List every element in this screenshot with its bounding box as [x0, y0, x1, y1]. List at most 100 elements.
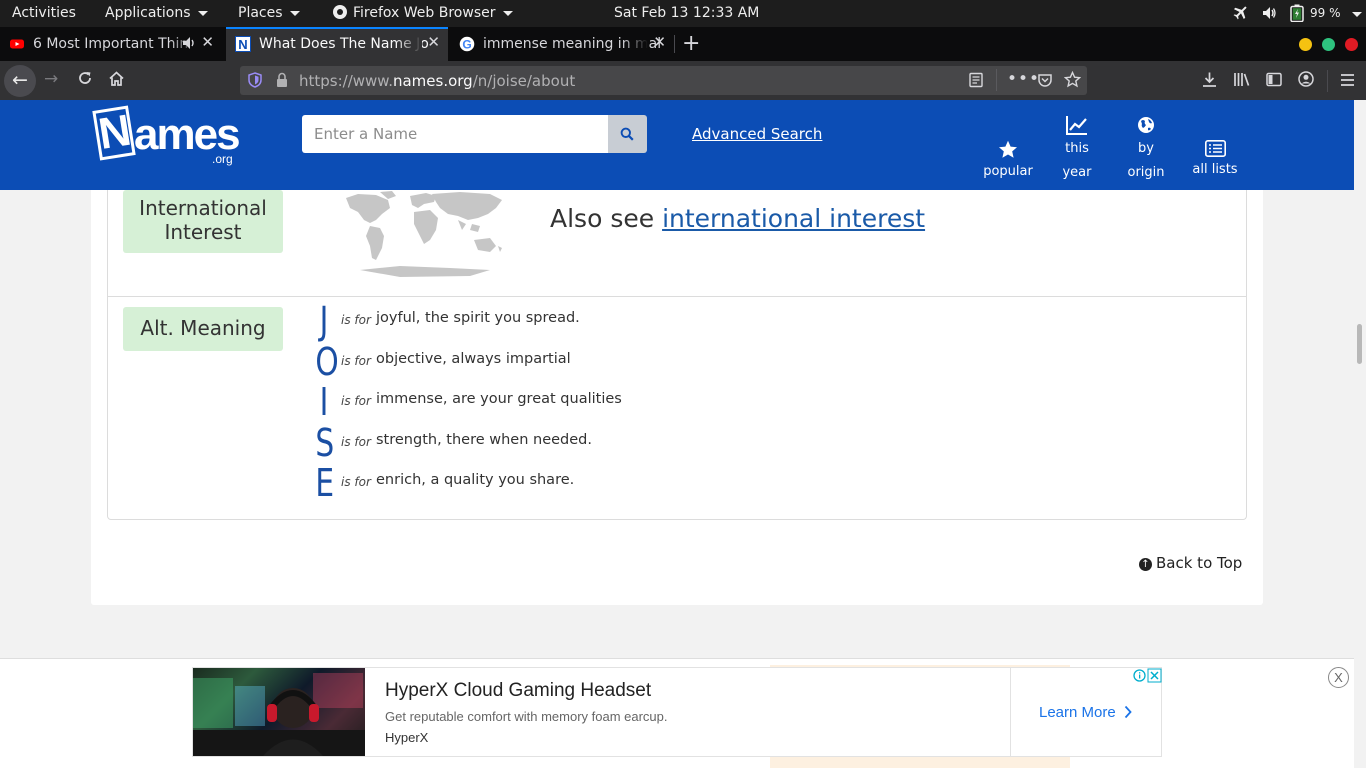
ad-close-small-icon: [1147, 668, 1162, 683]
browser-tab-strip: 6 Most Important Thin ✕ N What Does The …: [0, 27, 1366, 61]
back-arrow-icon[interactable]: ←: [4, 65, 36, 97]
downloads-icon[interactable]: [1201, 71, 1218, 93]
ad-brand: HyperX: [385, 730, 429, 745]
search-button[interactable]: [608, 115, 647, 153]
acrostic-is-for: is for: [341, 313, 371, 327]
arrow-up-circle-icon: ↑: [1139, 558, 1152, 571]
international-interest-label-line1: International: [139, 196, 267, 220]
list-icon: [1204, 140, 1226, 157]
reader-view-icon[interactable]: [968, 72, 984, 92]
activities-button[interactable]: Activities: [12, 5, 76, 21]
acrostic-is-for: is for: [341, 435, 371, 449]
sidebar-icon[interactable]: [1266, 72, 1282, 92]
chevron-down-icon: [502, 10, 513, 16]
firefox-icon: [333, 5, 347, 19]
forward-arrow-icon[interactable]: →: [44, 69, 58, 89]
logo-n: N: [92, 105, 136, 161]
close-tab-icon[interactable]: ✕: [653, 33, 666, 51]
clock[interactable]: Sat Feb 13 12:33 AM: [614, 5, 759, 21]
chevron-right-icon: [1124, 705, 1132, 719]
ad-unit[interactable]: HyperX Cloud Gaming Headset Get reputabl…: [192, 667, 1162, 757]
acrostic-is-for: is for: [341, 394, 371, 408]
account-icon[interactable]: [1298, 71, 1314, 92]
ad-image[interactable]: [193, 668, 365, 756]
also-see-prefix: Also see: [550, 204, 663, 233]
svg-text:G: G: [462, 38, 471, 52]
tab-names-org[interactable]: N What Does The Name Jo ✕: [226, 27, 448, 61]
ad-close-button[interactable]: X: [1328, 667, 1349, 688]
airplane-mode-icon[interactable]: [1233, 4, 1249, 24]
nav-by-origin[interactable]: by origin: [1120, 114, 1172, 185]
applications-menu[interactable]: Applications: [105, 5, 208, 21]
library-icon[interactable]: [1233, 71, 1251, 93]
system-menu-caret[interactable]: [1345, 6, 1362, 22]
acrostic-is-for: is for: [341, 354, 371, 368]
page-scrollbar[interactable]: [1354, 100, 1366, 768]
search-icon: [620, 127, 634, 141]
lock-icon[interactable]: [276, 72, 288, 92]
ad-learn-more-label: Learn More: [1039, 704, 1116, 721]
acrostic-is-for: is for: [341, 475, 371, 489]
names-org-favicon: N: [235, 36, 251, 52]
back-to-top-link[interactable]: ↑ Back to Top: [1139, 554, 1242, 572]
url-bar-divider: [996, 69, 997, 91]
nav-by-origin-line2: origin: [1127, 165, 1165, 180]
star-icon: [999, 140, 1017, 158]
row-divider: [108, 296, 1247, 297]
back-to-top-label: Back to Top: [1156, 554, 1243, 572]
acrostic-letter: O: [315, 340, 339, 384]
ad-learn-more-button[interactable]: Learn More: [1039, 704, 1132, 721]
name-search-input[interactable]: [302, 115, 608, 153]
chevron-down-icon: [1352, 11, 1362, 17]
also-see-text: Also see international interest: [550, 204, 925, 233]
tab-google[interactable]: G immense meaning in mal ✕: [450, 27, 674, 61]
browser-nav-toolbar: ← → https://www.names.org/n/joise/about …: [0, 61, 1366, 100]
nav-this-year-line1: this: [1065, 141, 1089, 156]
places-menu[interactable]: Places: [238, 5, 300, 21]
close-window-icon[interactable]: [1345, 38, 1358, 51]
close-tab-icon[interactable]: ✕: [201, 33, 214, 51]
reload-icon[interactable]: [77, 70, 93, 91]
alt-meaning-label: Alt. Meaning: [123, 307, 283, 351]
app-menu-label: Firefox Web Browser: [353, 5, 496, 21]
minimize-window-icon[interactable]: [1299, 38, 1312, 51]
toolbar-divider: [1327, 70, 1328, 92]
battery-icon[interactable]: [1290, 4, 1304, 26]
nav-this-year-line2: year: [1062, 165, 1092, 180]
url-bar[interactable]: https://www.names.org/n/joise/about •••: [240, 66, 1087, 95]
maximize-window-icon[interactable]: [1322, 38, 1335, 51]
site-header: N ames .org Advanced Search popular this…: [0, 100, 1354, 190]
applications-label: Applications: [105, 5, 191, 21]
page-actions-menu-icon[interactable]: •••: [1007, 69, 1040, 89]
close-tab-icon[interactable]: ✕: [427, 33, 440, 51]
acrostic-letter: J: [319, 299, 329, 343]
nav-all-lists[interactable]: all lists: [1188, 140, 1242, 182]
url-text[interactable]: https://www.names.org/n/joise/about: [299, 72, 575, 90]
nav-this-year[interactable]: this year: [1052, 114, 1102, 185]
ad-choices-icons[interactable]: [1132, 668, 1162, 683]
international-interest-link[interactable]: international interest: [662, 204, 925, 233]
tracking-protection-shield-icon[interactable]: [248, 72, 262, 92]
url-path: /n/joise/about: [472, 72, 576, 90]
acrostic-letter: E: [315, 461, 335, 505]
ad-headset-photo: [193, 673, 365, 756]
speaker-icon[interactable]: [182, 35, 196, 55]
home-icon[interactable]: [108, 70, 125, 92]
hamburger-menu-icon[interactable]: [1340, 72, 1355, 92]
chevron-down-icon: [197, 10, 208, 16]
youtube-icon: [9, 36, 25, 52]
acrostic-meaning: objective, always impartial: [376, 351, 571, 367]
pocket-icon[interactable]: [1037, 72, 1053, 92]
new-tab-icon[interactable]: +: [682, 31, 700, 56]
ad-title[interactable]: HyperX Cloud Gaming Headset: [385, 680, 651, 702]
nav-popular[interactable]: popular: [980, 136, 1036, 184]
advanced-search-link[interactable]: Advanced Search: [692, 125, 822, 143]
name-details-box: International Interest Also see internat…: [107, 190, 1247, 520]
battery-percentage: 99 %: [1310, 6, 1341, 20]
tab-youtube[interactable]: 6 Most Important Thin ✕: [0, 27, 222, 61]
names-org-logo[interactable]: N ames .org: [92, 105, 241, 168]
app-menu-firefox[interactable]: Firefox Web Browser: [333, 5, 513, 21]
bookmark-star-icon[interactable]: [1063, 70, 1082, 92]
volume-icon[interactable]: [1261, 5, 1277, 25]
scrollbar-thumb[interactable]: [1357, 324, 1362, 364]
